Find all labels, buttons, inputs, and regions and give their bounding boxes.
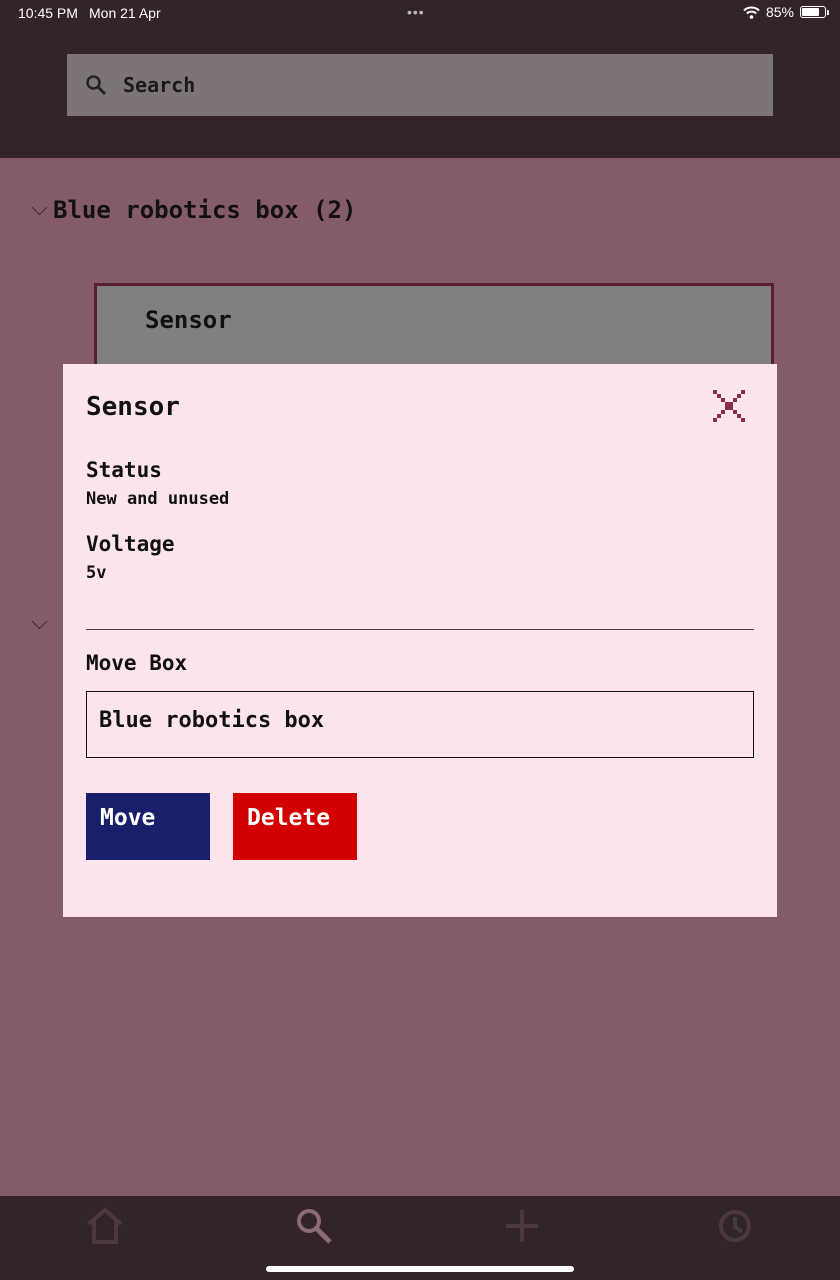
- item-name: Sensor: [145, 306, 232, 334]
- chevron-down-icon: [31, 199, 48, 215]
- group-header-blue-robotics-box[interactable]: Blue robotics box (2): [31, 196, 357, 224]
- search-icon[interactable]: [294, 1206, 334, 1246]
- delete-button[interactable]: Delete: [233, 793, 357, 860]
- search-bar[interactable]: Search: [67, 54, 773, 116]
- search-icon: [86, 75, 107, 96]
- status-date: Mon 21 Apr: [89, 5, 161, 21]
- wifi-icon: [743, 6, 760, 19]
- status-label: Status: [86, 458, 162, 482]
- status-right: 85%: [743, 4, 829, 20]
- multitask-dots-icon[interactable]: •••: [407, 4, 425, 20]
- add-icon[interactable]: [502, 1206, 542, 1246]
- status-bar: 10:45 PM Mon 21 Apr ••• 85%: [0, 0, 840, 28]
- battery-icon: [800, 6, 829, 18]
- voltage-label: Voltage: [86, 532, 175, 556]
- close-icon[interactable]: [711, 388, 747, 424]
- home-indicator[interactable]: [266, 1266, 574, 1272]
- divider: [86, 629, 754, 630]
- chevron-down-icon: [31, 613, 48, 630]
- group-header-second[interactable]: [31, 613, 48, 630]
- item-detail-modal: Sensor Status New and unused Voltage 5v …: [63, 364, 777, 917]
- status-value: New and unused: [86, 489, 230, 509]
- move-button[interactable]: Move: [86, 793, 210, 860]
- status-time: 10:45 PM: [18, 5, 78, 21]
- move-box-label: Move Box: [86, 651, 188, 675]
- history-icon[interactable]: [715, 1206, 755, 1246]
- search-placeholder: Search: [123, 73, 196, 97]
- header: Search: [0, 28, 840, 158]
- home-icon[interactable]: [85, 1206, 125, 1246]
- battery-percent: 85%: [765, 4, 794, 20]
- move-box-select[interactable]: Blue robotics box: [86, 691, 754, 758]
- voltage-value: 5v: [86, 563, 107, 583]
- group-title: Blue robotics box (2): [53, 196, 357, 224]
- modal-title: Sensor: [86, 392, 180, 422]
